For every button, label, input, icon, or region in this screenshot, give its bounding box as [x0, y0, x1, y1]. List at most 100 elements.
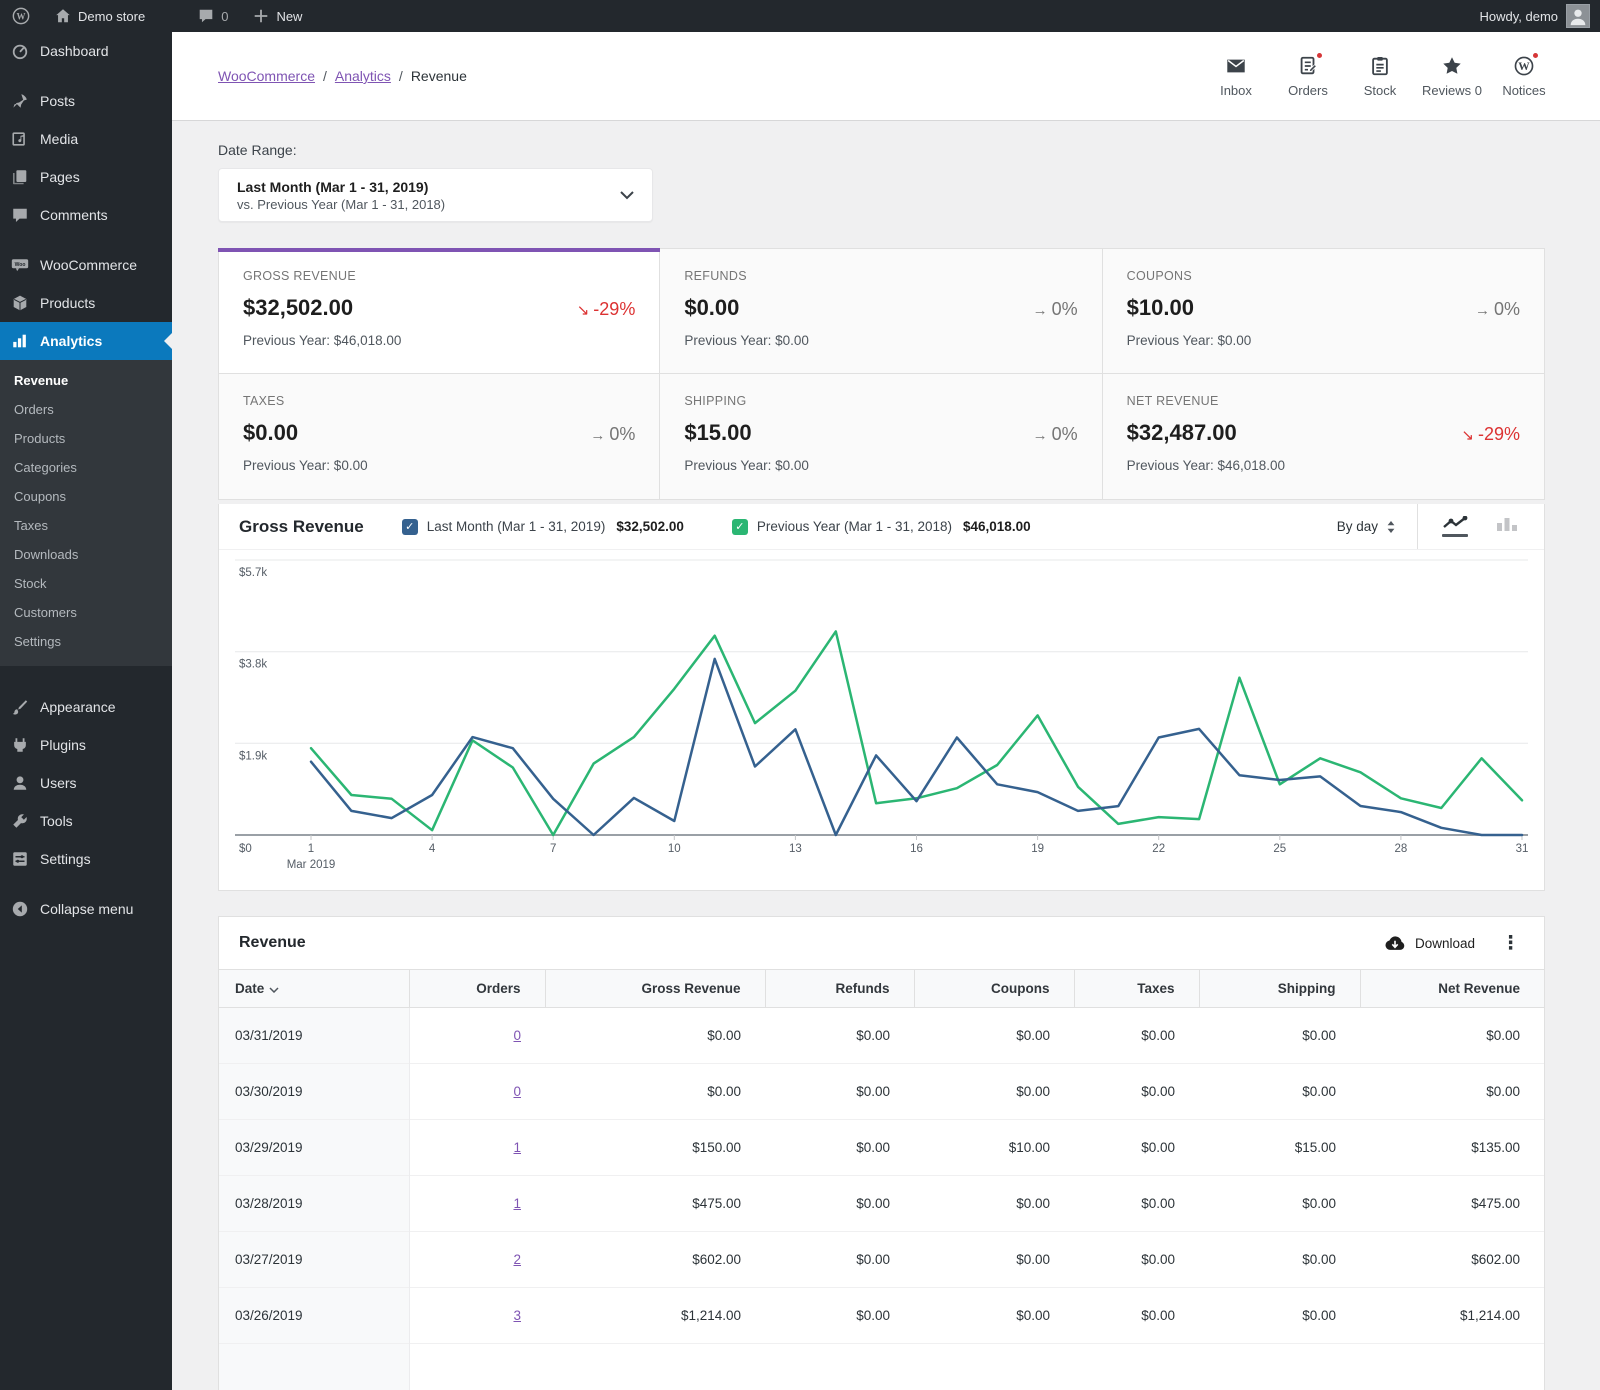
- table-row: 03/26/2019 3 $1,214.00 $0.00 $0.00 $0.00 $0.00…: [219, 1287, 1544, 1344]
- cell-net-revenue: $0.00: [1360, 1063, 1544, 1120]
- orders-count-link[interactable]: 1: [513, 1140, 521, 1155]
- sidebar-item-media[interactable]: Media: [0, 120, 172, 158]
- date-range-primary: Last Month (Mar 1 - 31, 2019): [237, 178, 429, 195]
- activity-button-stock[interactable]: Stock: [1344, 54, 1416, 98]
- sidebar-item-woocommerce[interactable]: Woo WooCommerce: [0, 246, 172, 284]
- sidebar-subitem-stock[interactable]: Stock: [0, 569, 172, 598]
- sidebar-item-posts[interactable]: Posts: [0, 82, 172, 120]
- checkbox-checked-icon[interactable]: ✓: [401, 518, 418, 535]
- card-value: $15.00: [684, 420, 752, 445]
- sidebar-item-analytics[interactable]: Analytics: [0, 322, 172, 360]
- bar-chart-toggle[interactable]: [1494, 516, 1520, 537]
- orders-count-link[interactable]: 0: [513, 1028, 521, 1043]
- checkbox-checked-icon[interactable]: ✓: [731, 518, 748, 535]
- summary-card-net-revenue[interactable]: NET REVENUE $32,487.00 ↘ -29% Previous Year:…: [1102, 374, 1545, 500]
- sidebar-item-comments[interactable]: Comments: [0, 196, 172, 234]
- wp-logo-menu[interactable]: W: [0, 0, 42, 32]
- cell-date: 03/30/2019: [219, 1063, 410, 1120]
- sidebar-item-users[interactable]: Users: [0, 764, 172, 802]
- column-header-shipping[interactable]: Shipping: [1198, 969, 1360, 1008]
- chart-plot-area[interactable]: $0 $1.9k $3.8k $5.7k 1 4 7 10 13 16 19 22 25 28 31 Mar …: [219, 550, 1544, 890]
- table-title: Revenue: [239, 934, 306, 951]
- sidebar-subitem-taxes[interactable]: Taxes: [0, 511, 172, 540]
- sidebar-item-products[interactable]: Products: [0, 284, 172, 322]
- activity-label: Notices: [1502, 83, 1546, 98]
- sidebar-item-label: Plugins: [40, 737, 86, 753]
- avatar[interactable]: [1566, 4, 1590, 28]
- kebab-menu-icon[interactable]: ⋮: [1497, 934, 1524, 953]
- activity-button-reviews-0[interactable]: Reviews 0: [1416, 54, 1488, 98]
- column-header-coupons[interactable]: Coupons: [913, 969, 1074, 1008]
- summary-card-refunds[interactable]: REFUNDS $0.00 → 0% Previous Year: $0.00: [660, 248, 1103, 374]
- sidebar-item-appearance[interactable]: Appearance: [0, 688, 172, 726]
- sidebar-subitem-customers[interactable]: Customers: [0, 598, 172, 627]
- date-range-select[interactable]: Last Month (Mar 1 - 31, 2019) vs. Previo…: [218, 168, 653, 222]
- cell-shipping: $0.00: [1199, 1063, 1360, 1120]
- cell-refunds: $0.00: [856, 1028, 890, 1043]
- summary-card-gross-revenue[interactable]: GROSS REVENUE $32,502.00 ↘ -29% Previous Yea…: [218, 248, 661, 374]
- activity-button-orders[interactable]: Orders: [1272, 51, 1344, 98]
- howdy-text[interactable]: Howdy, demo: [1479, 9, 1558, 24]
- sidebar-item-tools[interactable]: Tools: [0, 802, 172, 840]
- sidebar-subitem-revenue[interactable]: Revenue: [0, 366, 172, 395]
- sidebar-item-collapse-menu[interactable]: Collapse menu: [0, 890, 172, 928]
- cell-refunds: $0.00: [765, 1063, 914, 1120]
- site-link[interactable]: Demo store: [42, 0, 157, 32]
- summary-card-taxes[interactable]: TAXES $0.00 → 0% Previous Year: $0.00: [218, 374, 661, 500]
- sidebar-subitem-categories[interactable]: Categories: [0, 453, 172, 482]
- cell-refunds: $0.00: [765, 1231, 914, 1288]
- chart-header: Gross Revenue ✓ Last Month (Mar 1 - 31, 2…: [219, 504, 1544, 550]
- column-header-gross-revenue[interactable]: Gross Revenue: [544, 969, 765, 1008]
- sort-arrows-icon: [1387, 520, 1395, 533]
- breadcrumb-analytics[interactable]: Analytics: [335, 68, 391, 84]
- new-content-button[interactable]: New: [240, 0, 314, 32]
- column-header-orders[interactable]: Orders: [408, 969, 545, 1008]
- summary-cards: GROSS REVENUE $32,502.00 ↘ -29% Previous Yea…: [218, 248, 1545, 500]
- trend-down-arrow-icon: ↘: [1461, 427, 1474, 444]
- sidebar-subitem-orders[interactable]: Orders: [0, 395, 172, 424]
- svg-text:Mar 2019: Mar 2019: [287, 859, 336, 871]
- interval-select[interactable]: By day: [1337, 519, 1417, 534]
- cell-orders: 2: [409, 1231, 545, 1288]
- legend-item-last-month-mar-1-31-2019[interactable]: ✓ Last Month (Mar 1 - 31, 2019) $32,502.00: [401, 518, 684, 535]
- legend-item-previous-year-mar-1-31-2018[interactable]: ✓ Previous Year (Mar 1 - 31, 2018) $46,018…: [731, 518, 1031, 535]
- comments-shortcut[interactable]: 0: [185, 0, 240, 32]
- column-header-date[interactable]: Date: [219, 969, 409, 1008]
- sidebar-subitem-downloads[interactable]: Downloads: [0, 540, 172, 569]
- sidebar-subitem-coupons[interactable]: Coupons: [0, 482, 172, 511]
- breadcrumb: WooCommerce / Analytics / Revenue: [218, 68, 467, 84]
- sidebar-subitem-products[interactable]: Products: [0, 424, 172, 453]
- sidebar-item-plugins[interactable]: Plugins: [0, 726, 172, 764]
- sidebar-item-settings[interactable]: Settings: [0, 840, 172, 878]
- activity-button-inbox[interactable]: Inbox: [1200, 54, 1272, 98]
- cell-taxes: $0.00: [1074, 1231, 1199, 1288]
- line-chart-toggle[interactable]: [1442, 516, 1468, 537]
- column-header-refunds[interactable]: Refunds: [764, 969, 914, 1008]
- orders-count-link[interactable]: 1: [513, 1196, 521, 1211]
- summary-card-coupons[interactable]: COUPONS $10.00 → 0% Previous Year: $0.00: [1102, 248, 1545, 374]
- column-header-taxes[interactable]: Taxes: [1073, 969, 1199, 1008]
- date-range-label: Date Range:: [218, 142, 297, 158]
- orders-count-link[interactable]: 0: [513, 1084, 521, 1099]
- orders-count-link[interactable]: 3: [513, 1308, 521, 1323]
- download-button[interactable]: Download: [1384, 934, 1475, 952]
- summary-card-shipping[interactable]: SHIPPING $15.00 → 0% Previous Year: $0.00: [660, 374, 1103, 500]
- media-icon: [10, 129, 30, 149]
- cell-gross-revenue: $0.00: [707, 1028, 741, 1043]
- breadcrumb-woocommerce[interactable]: WooCommerce: [218, 68, 315, 84]
- column-header-net-revenue[interactable]: Net Revenue: [1359, 969, 1544, 1008]
- orders-count-link[interactable]: 2: [513, 1252, 521, 1267]
- sidebar-item-dashboard[interactable]: Dashboard: [0, 32, 172, 70]
- cell-net-revenue: $135.00: [1360, 1119, 1544, 1176]
- activity-button-notices[interactable]: W Notices: [1488, 51, 1560, 98]
- sidebar-item-pages[interactable]: Pages: [0, 158, 172, 196]
- activity-label: Reviews 0: [1422, 83, 1482, 98]
- card-previous: Previous Year: $0.00: [684, 458, 809, 473]
- cell-date: 03/29/2019: [219, 1119, 410, 1176]
- cell-coupons: $0.00: [914, 1063, 1074, 1120]
- svg-text:1: 1: [308, 843, 314, 855]
- sidebar-subitem-settings[interactable]: Settings: [0, 627, 172, 656]
- cell-coupons: $0.00: [914, 1287, 1074, 1344]
- cell-orders: 3: [409, 1287, 545, 1344]
- cloud-download-icon: [1385, 936, 1405, 950]
